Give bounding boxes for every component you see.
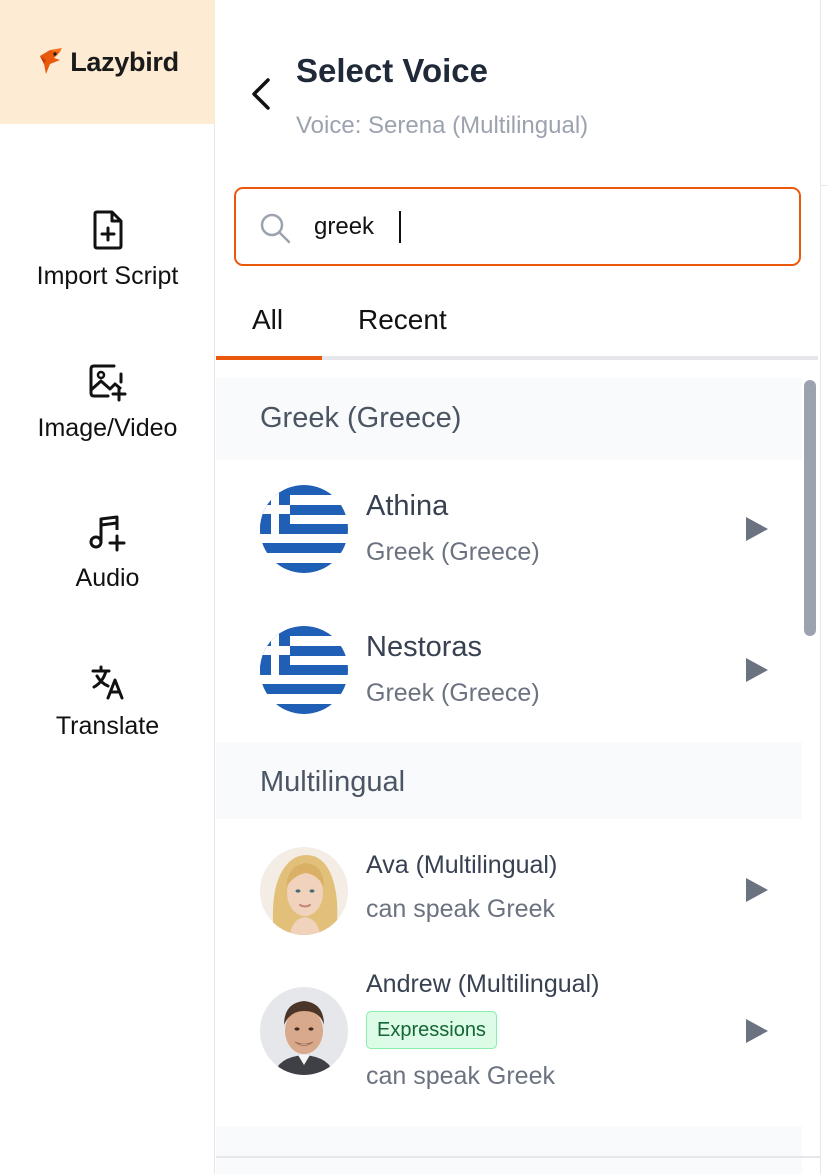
voice-name: Andrew (Multilingual) [366, 970, 600, 998]
voice-name: Nestoras [366, 631, 483, 663]
tab-recent[interactable]: Recent [358, 304, 447, 336]
file-plus-icon [93, 210, 122, 250]
expressions-badge: Expressions [366, 1011, 497, 1049]
lazybird-logo-icon [40, 48, 63, 74]
text-caret [399, 211, 401, 243]
voice-name: Athina [366, 490, 449, 522]
page-title: Select Voice [296, 52, 488, 89]
sidebar-item-label: Translate [55, 712, 160, 740]
female-voice-avatar [260, 847, 348, 935]
play-icon[interactable] [744, 876, 770, 904]
group-header: Greek (Greece) [216, 378, 802, 460]
tab-bar: All Recent [216, 286, 818, 360]
divider [821, 185, 828, 186]
current-voice-subtitle: Voice: Serena (Multilingual) [296, 112, 589, 139]
sidebar-item-audio[interactable]: Audio [0, 514, 215, 593]
music-plus-icon [89, 515, 125, 552]
right-panel-edge [820, 0, 828, 1174]
voice-note: can speak Greek [366, 1062, 555, 1090]
voice-row-nestoras[interactable]: Nestoras Greek (Greece) [216, 601, 802, 742]
greek-flag-avatar [260, 626, 348, 714]
logo-area[interactable]: Lazybird [0, 0, 215, 124]
play-icon[interactable] [744, 656, 770, 684]
group-header: Multilingual [216, 742, 802, 824]
sidebar: Lazybird Import Script Image/Video Audio [0, 0, 215, 1174]
voice-panel: Select Voice Voice: Serena (Multilingual… [216, 0, 820, 1174]
voice-row-andrew[interactable]: Andrew (Multilingual) Expressions can sp… [216, 960, 802, 1126]
image-plus-icon [89, 364, 126, 402]
active-tab-indicator [216, 356, 322, 360]
chevron-left-icon [252, 78, 270, 110]
play-icon[interactable] [744, 515, 770, 543]
male-voice-avatar [260, 987, 348, 1075]
search-box[interactable] [234, 187, 801, 266]
logo-text: Lazybird [70, 46, 179, 77]
voice-note: can speak Greek [366, 895, 555, 923]
play-icon[interactable] [744, 1017, 770, 1045]
scrollbar-thumb[interactable] [804, 380, 816, 636]
group-title: Multilingual [260, 766, 406, 798]
voice-name: Ava (Multilingual) [366, 851, 558, 879]
sidebar-item-translate[interactable]: Translate [0, 664, 215, 741]
sidebar-item-label: Image/Video [37, 414, 178, 442]
logo: Lazybird [36, 46, 179, 78]
search-icon [260, 213, 291, 244]
sidebar-item-label: Audio [75, 564, 140, 592]
sidebar-item-import-script[interactable]: Import Script [0, 210, 215, 291]
search-input[interactable] [314, 207, 774, 247]
voice-language: Greek (Greece) [366, 679, 540, 707]
translate-icon [91, 665, 123, 700]
sidebar-item-label: Import Script [36, 262, 179, 290]
voice-list[interactable]: Greek (Greece) Athina Greek (Greece) Nes… [216, 378, 818, 1174]
voice-row-ava[interactable]: Ava (Multilingual) can speak Greek [216, 819, 802, 960]
greek-flag-avatar [260, 485, 348, 573]
tab-all[interactable]: All [252, 304, 283, 336]
group-title: Greek (Greece) [260, 402, 462, 434]
sidebar-item-image-video[interactable]: Image/Video [0, 362, 215, 443]
list-scrollbar[interactable] [802, 378, 818, 1174]
voice-row-athina[interactable]: Athina Greek (Greece) [216, 460, 802, 601]
back-button[interactable] [246, 74, 276, 114]
divider [216, 1156, 820, 1158]
voice-language: Greek (Greece) [366, 538, 540, 566]
